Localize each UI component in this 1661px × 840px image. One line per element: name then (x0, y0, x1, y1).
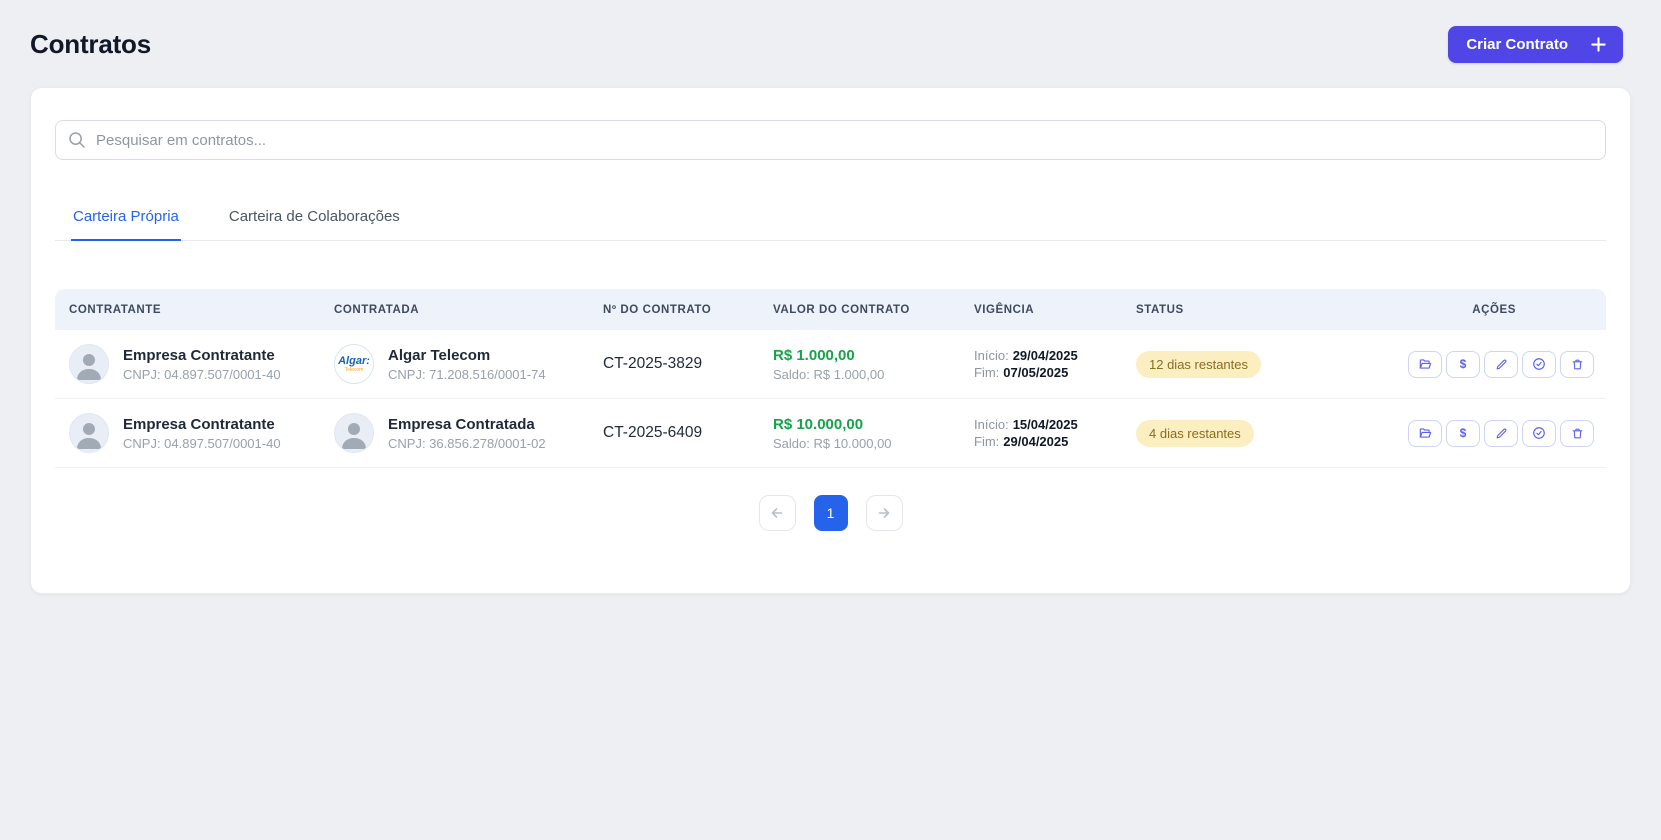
check-circle-icon (1532, 357, 1546, 371)
contratada-cell: Empresa Contratada CNPJ: 36.856.278/0001… (334, 413, 603, 453)
trash-icon (1571, 427, 1584, 440)
avatar (69, 413, 109, 453)
check-circle-icon (1532, 426, 1546, 440)
vigencia-inicio-label: Início: (974, 417, 1009, 432)
contract-value: R$ 1.000,00 (773, 346, 855, 364)
contract-number: CT-2025-6409 (603, 424, 703, 441)
actions-cell: $ (1385, 350, 1594, 378)
table-row: Empresa Contratante CNPJ: 04.897.507/000… (55, 330, 1606, 399)
page-background: { "page": { "title": "Contratos" }, "cre… (0, 0, 1661, 840)
pagination-prev-button[interactable] (758, 495, 796, 531)
dollar-icon: $ (1459, 357, 1467, 371)
contract-value: R$ 10.000,00 (773, 415, 864, 433)
create-contract-button[interactable]: Criar Contrato (1448, 26, 1623, 63)
vigencia-inicio-label: Início: (974, 348, 1009, 363)
avatar (69, 344, 109, 384)
vigencia-fim-label: Fim: (974, 365, 1000, 380)
approve-button[interactable] (1522, 350, 1556, 378)
column-header-valor: VALOR DO CONTRATO (773, 303, 910, 316)
plus-icon (1590, 36, 1607, 53)
dollar-icon: $ (1459, 426, 1467, 440)
contratada-name: Algar Telecom (388, 346, 491, 364)
contratante-name: Empresa Contratante (123, 415, 275, 433)
open-contract-button[interactable] (1408, 419, 1442, 447)
pencil-icon (1495, 427, 1508, 440)
contratada-cnpj: CNPJ: 36.856.278/0001-02 (388, 435, 546, 451)
contracts-table: CONTRATANTE CONTRATADA Nº DO CONTRATO VA… (55, 289, 1606, 468)
algar-logo-text: Algar: (338, 354, 370, 367)
pencil-icon (1495, 358, 1508, 371)
vigencia-inicio-date: 15/04/2025 (1012, 417, 1078, 432)
contratante-name: Empresa Contratante (123, 346, 275, 364)
create-contract-label: Criar Contrato (1466, 36, 1568, 53)
vigencia-cell: Início: 29/04/2025 Fim: 07/05/2025 (974, 346, 1136, 382)
person-icon (335, 414, 373, 452)
search-container (55, 120, 1606, 160)
contratante-cnpj: CNPJ: 04.897.507/0001-40 (123, 366, 281, 382)
contract-value-cell: R$ 10.000,00 Saldo: R$ 10.000,00 (773, 416, 974, 451)
delete-button[interactable] (1560, 419, 1594, 447)
person-icon (70, 345, 108, 383)
contratante-cnpj: CNPJ: 04.897.507/0001-40 (123, 435, 281, 451)
edit-button[interactable] (1484, 350, 1518, 378)
column-header-vigencia: VIGÊNCIA (974, 303, 1035, 316)
contracts-card: Carteira Própria Carteira de Colaboraçõe… (30, 87, 1631, 594)
column-header-acoes: AÇÕES (1472, 303, 1516, 316)
table-row: Empresa Contratante CNPJ: 04.897.507/000… (55, 399, 1606, 468)
column-header-status: STATUS (1136, 303, 1184, 316)
tab-carteira-propria[interactable]: Carteira Própria (71, 198, 181, 241)
vigencia-inicio-date: 29/04/2025 (1012, 348, 1078, 363)
status-badge: 12 dias restantes (1136, 350, 1262, 378)
edit-button[interactable] (1484, 419, 1518, 447)
search-input[interactable] (55, 120, 1606, 160)
financial-button[interactable]: $ (1446, 350, 1480, 378)
vigencia-fim-date: 07/05/2025 (1003, 365, 1069, 380)
search-icon (68, 131, 86, 154)
person-icon (70, 414, 108, 452)
status-badge: 4 dias restantes (1136, 419, 1254, 447)
contract-value-cell: R$ 1.000,00 Saldo: R$ 1.000,00 (773, 347, 974, 382)
arrow-left-icon (769, 505, 785, 521)
contract-number: CT-2025-3829 (603, 355, 703, 372)
folder-open-icon (1418, 426, 1432, 440)
tabs: Carteira Própria Carteira de Colaboraçõe… (55, 198, 1606, 241)
actions-cell: $ (1385, 419, 1594, 447)
algar-logo: Algar: Telecom (334, 344, 374, 384)
financial-button[interactable]: $ (1446, 419, 1480, 447)
column-header-contratante: CONTRATANTE (69, 303, 162, 316)
column-header-numero: Nº DO CONTRATO (603, 303, 712, 316)
contratada-cell: Algar: Telecom Algar Telecom CNPJ: 71.20… (334, 344, 603, 384)
avatar (334, 413, 374, 453)
page-title: Contratos (30, 29, 151, 59)
contratante-cell: Empresa Contratante CNPJ: 04.897.507/000… (69, 413, 334, 453)
folder-open-icon (1418, 357, 1432, 371)
vigencia-fim-label: Fim: (974, 434, 1000, 449)
pagination: 1 (55, 495, 1606, 531)
trash-icon (1571, 358, 1584, 371)
top-bar: Contratos Criar Contrato (0, 0, 1661, 63)
vigencia-cell: Início: 15/04/2025 Fim: 29/04/2025 (974, 415, 1136, 451)
contratante-cell: Empresa Contratante CNPJ: 04.897.507/000… (69, 344, 334, 384)
open-contract-button[interactable] (1408, 350, 1442, 378)
contratada-cnpj: CNPJ: 71.208.516/0001-74 (388, 366, 546, 382)
delete-button[interactable] (1560, 350, 1594, 378)
tab-carteira-colaboracoes[interactable]: Carteira de Colaborações (227, 198, 402, 241)
pagination-page-1[interactable]: 1 (813, 495, 848, 531)
contratada-name: Empresa Contratada (388, 415, 535, 433)
column-header-contratada: CONTRATADA (334, 303, 420, 316)
algar-logo-subtext: Telecom (344, 366, 364, 373)
vigencia-fim-date: 29/04/2025 (1003, 434, 1069, 449)
table-header-row: CONTRATANTE CONTRATADA Nº DO CONTRATO VA… (55, 289, 1606, 330)
pagination-next-button[interactable] (865, 495, 903, 531)
contract-balance: Saldo: R$ 1.000,00 (773, 366, 885, 382)
contract-balance: Saldo: R$ 10.000,00 (773, 435, 892, 451)
approve-button[interactable] (1522, 419, 1556, 447)
arrow-right-icon (876, 505, 892, 521)
